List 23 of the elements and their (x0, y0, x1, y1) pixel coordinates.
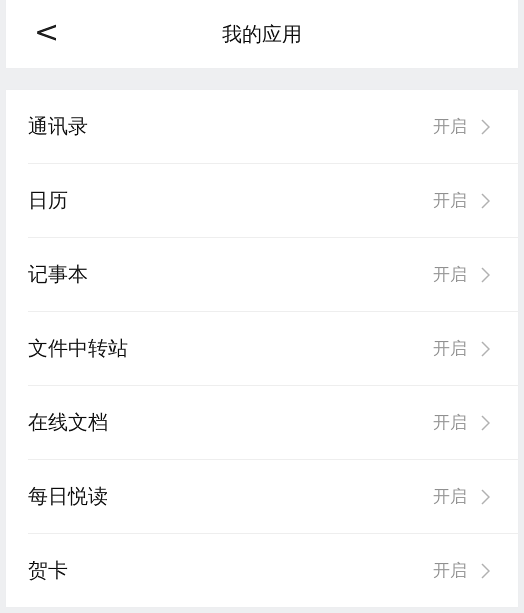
status-label: 开启 (433, 338, 467, 360)
app-name[interactable]: 日历 (28, 187, 433, 214)
app-name[interactable]: 文件中转站 (28, 335, 433, 362)
chevron-right-icon[interactable] (481, 118, 490, 134)
app-name[interactable]: 贺卡 (28, 557, 433, 584)
status-label: 开启 (433, 116, 467, 138)
status-label: 开启 (433, 560, 467, 582)
app-name[interactable]: 在线文档 (28, 409, 433, 436)
chevron-right-icon[interactable] (481, 562, 490, 578)
status-label: 开启 (433, 486, 467, 508)
status-label: 开启 (433, 412, 467, 434)
app-name[interactable]: 通讯录 (28, 113, 433, 140)
back-button[interactable]: < (28, 14, 66, 52)
chevron-right-icon[interactable] (481, 414, 490, 430)
status-label: 开启 (433, 190, 467, 212)
page-title: 我的应用 (222, 20, 302, 48)
chevron-right-icon[interactable] (481, 192, 490, 208)
status-label: 开启 (433, 264, 467, 286)
chevron-right-icon[interactable] (481, 266, 490, 282)
chevron-right-icon[interactable] (481, 488, 490, 504)
chevron-right-icon[interactable] (481, 340, 490, 356)
app-name[interactable]: 每日悦读 (28, 483, 433, 510)
app-name[interactable]: 记事本 (28, 261, 433, 288)
